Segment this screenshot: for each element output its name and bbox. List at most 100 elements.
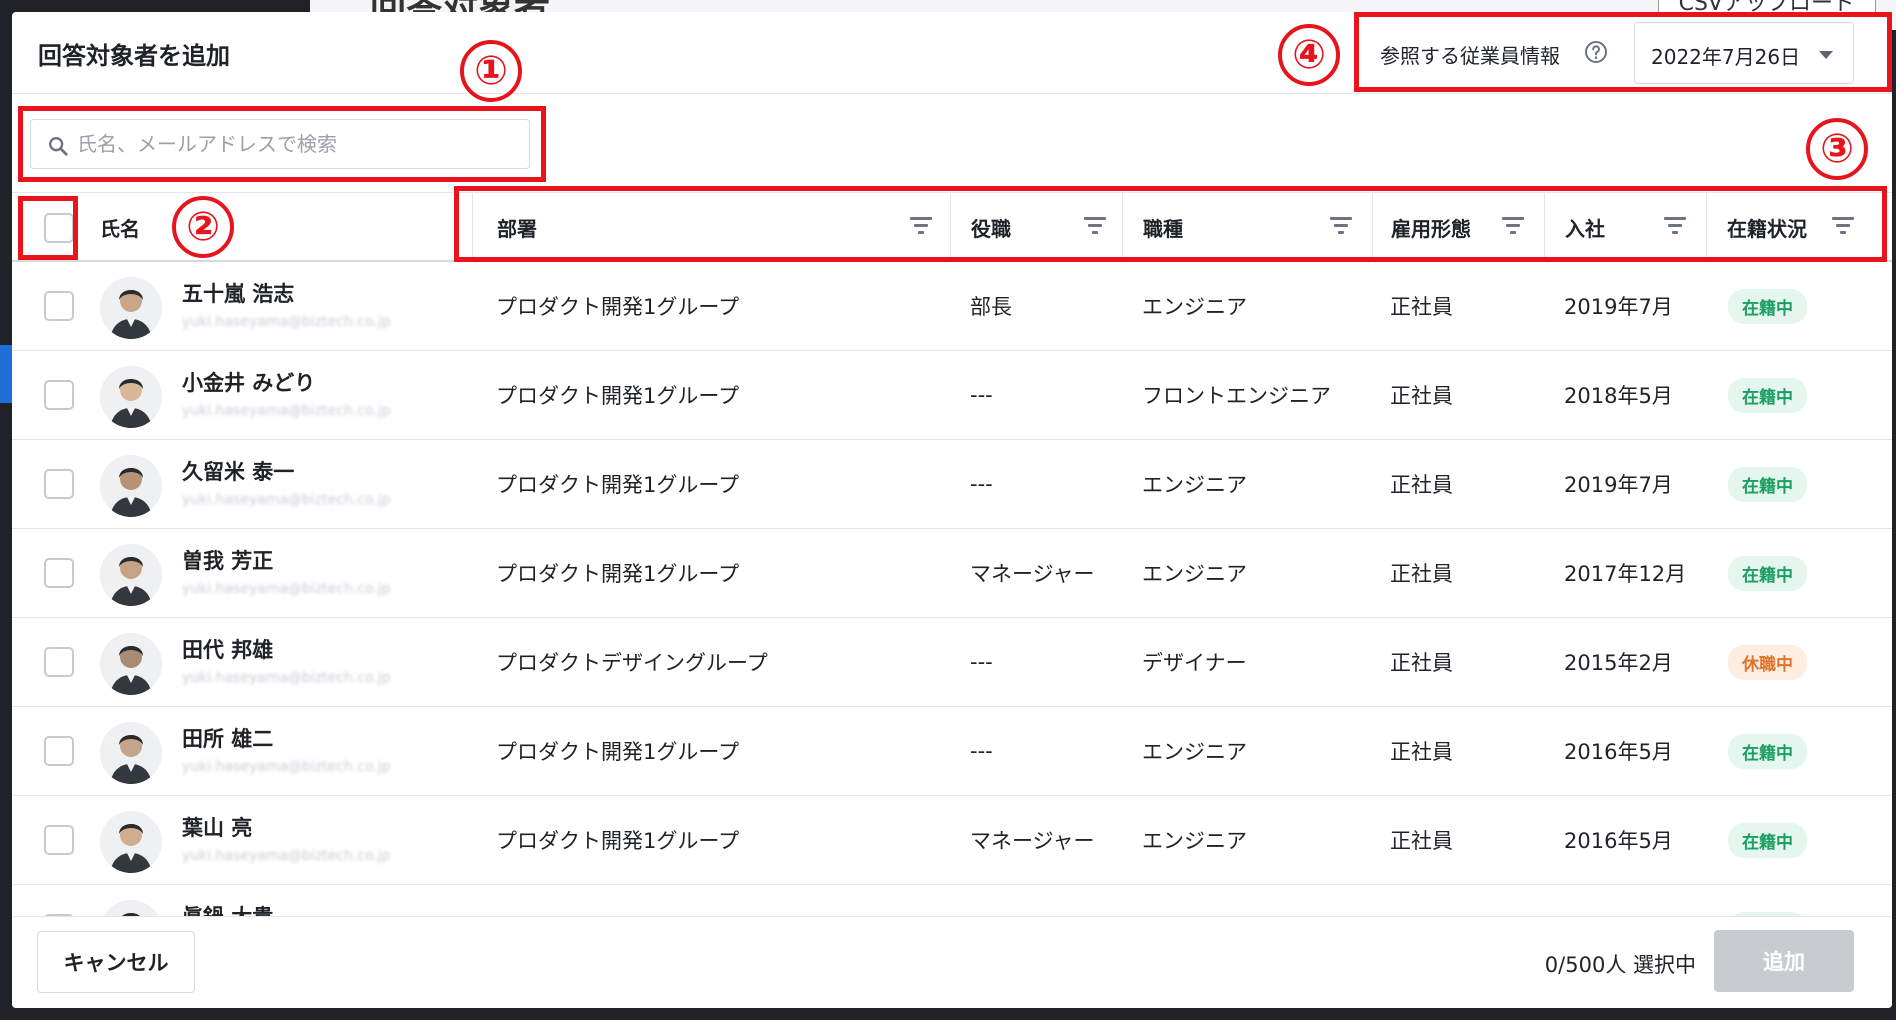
annotation-number-4: ④ — [1278, 24, 1340, 86]
cell-job: エンジニア — [1142, 295, 1247, 319]
cell-joined: 2016年5月 — [1564, 829, 1673, 853]
status-badge: 在籍中 — [1728, 822, 1807, 858]
cell-job: デザイナー — [1142, 651, 1247, 675]
cell-job: エンジニア — [1142, 473, 1247, 497]
annotation-box-select-all — [18, 196, 78, 260]
cell-dept: プロダクト開発1グループ — [496, 740, 740, 764]
row-checkbox[interactable] — [44, 825, 74, 855]
cell-job: エンジニア — [1142, 829, 1247, 853]
row-checkbox[interactable] — [44, 291, 74, 321]
annotation-box-reference-date — [1354, 12, 1892, 92]
cell-status: 在籍中 — [1728, 440, 1807, 528]
column-header-name: 氏名 — [100, 193, 460, 261]
row-checkbox[interactable] — [44, 736, 74, 766]
cell-status: 在籍中 — [1728, 529, 1807, 617]
status-badge: 在籍中 — [1728, 377, 1807, 413]
table-row[interactable]: 田所 雄二 yuki.haseyama@biztech.co.jp プロダクト開… — [12, 707, 1892, 796]
cell-position: --- — [970, 650, 993, 674]
cell-job: エンジニア — [1142, 740, 1247, 764]
table-body: 五十嵐 浩志 yuki.haseyama@biztech.co.jp プロダクト… — [12, 262, 1892, 974]
employee-email: yuki.haseyama@biztech.co.jp — [182, 492, 391, 508]
avatar — [100, 722, 162, 784]
employee-email: yuki.haseyama@biztech.co.jp — [182, 581, 391, 597]
cell-dept: プロダクト開発1グループ — [496, 473, 740, 497]
annotation-box-search — [18, 106, 546, 182]
status-badge: 在籍中 — [1728, 555, 1807, 591]
cell-dept: プロダクト開発1グループ — [496, 295, 740, 319]
cell-position: --- — [970, 472, 993, 496]
table-row[interactable]: 五十嵐 浩志 yuki.haseyama@biztech.co.jp プロダクト… — [12, 262, 1892, 351]
row-checkbox[interactable] — [44, 558, 74, 588]
modal-title: 回答対象者を追加 — [38, 42, 230, 70]
status-badge: 在籍中 — [1728, 288, 1807, 324]
table-row[interactable]: 曽我 芳正 yuki.haseyama@biztech.co.jp プロダクト開… — [12, 529, 1892, 618]
cell-status: 休職中 — [1728, 618, 1807, 706]
avatar — [100, 544, 162, 606]
cell-dept: プロダクト開発1グループ — [496, 829, 740, 853]
cell-status: 在籍中 — [1728, 351, 1807, 439]
annotation-number-2: ② — [172, 196, 234, 258]
cell-employment: 正社員 — [1390, 740, 1453, 764]
employee-name: 五十嵐 浩志 — [182, 282, 295, 306]
avatar — [100, 366, 162, 428]
selection-count: 0/500人 選択中 — [1544, 953, 1696, 977]
cell-joined: 2018年5月 — [1564, 384, 1673, 408]
cell-position: マネージャー — [970, 829, 1095, 853]
cell-position: --- — [970, 739, 993, 763]
cell-job: フロントエンジニア — [1142, 384, 1331, 408]
cell-joined: 2017年12月 — [1564, 562, 1687, 586]
modal-footer: キャンセル 0/500人 選択中 追加 — [12, 916, 1892, 1008]
cell-joined: 2016年5月 — [1564, 740, 1673, 764]
cell-employment: 正社員 — [1390, 384, 1453, 408]
cell-employment: 正社員 — [1390, 562, 1453, 586]
avatar — [100, 633, 162, 695]
cell-status: 在籍中 — [1728, 707, 1807, 795]
table-row[interactable]: 久留米 泰一 yuki.haseyama@biztech.co.jp プロダクト… — [12, 440, 1892, 529]
cell-employment: 正社員 — [1390, 829, 1453, 853]
annotation-number-1: ① — [460, 40, 522, 102]
cell-status: 在籍中 — [1728, 262, 1807, 350]
cell-job: エンジニア — [1142, 562, 1247, 586]
employee-name: 久留米 泰一 — [182, 460, 295, 484]
avatar — [100, 455, 162, 517]
status-badge: 在籍中 — [1728, 733, 1807, 769]
cell-employment: 正社員 — [1390, 295, 1453, 319]
cell-joined: 2019年7月 — [1564, 473, 1673, 497]
employee-name: 田所 雄二 — [182, 727, 274, 751]
employee-name: 小金井 みどり — [182, 371, 316, 395]
cell-joined: 2019年7月 — [1564, 295, 1673, 319]
employee-name: 葉山 亮 — [182, 816, 253, 840]
status-badge: 休職中 — [1728, 644, 1807, 680]
table-row[interactable]: 小金井 みどり yuki.haseyama@biztech.co.jp プロダク… — [12, 351, 1892, 440]
employee-email: yuki.haseyama@biztech.co.jp — [182, 403, 391, 419]
cell-status: 在籍中 — [1728, 796, 1807, 884]
status-badge: 在籍中 — [1728, 466, 1807, 502]
table-row[interactable]: 葉山 亮 yuki.haseyama@biztech.co.jp プロダクト開発… — [12, 796, 1892, 885]
employee-email: yuki.haseyama@biztech.co.jp — [182, 759, 391, 775]
row-checkbox[interactable] — [44, 469, 74, 499]
annotation-box-column-filters — [454, 186, 1887, 262]
employee-name: 曽我 芳正 — [182, 549, 274, 573]
cell-joined: 2015年2月 — [1564, 651, 1673, 675]
cell-position: 部長 — [970, 295, 1012, 319]
avatar — [100, 277, 162, 339]
cancel-button[interactable]: キャンセル — [37, 931, 195, 993]
employee-table: 氏名 部署 役職 職種 雇用形態 入社 在籍状況 五十嵐 浩志 yuki.has… — [12, 192, 1892, 974]
sidebar-active-indicator — [0, 345, 12, 403]
employee-name: 田代 邦雄 — [182, 638, 274, 662]
row-checkbox[interactable] — [44, 380, 74, 410]
cell-employment: 正社員 — [1390, 651, 1453, 675]
employee-email: yuki.haseyama@biztech.co.jp — [182, 670, 391, 686]
cell-dept: プロダクト開発1グループ — [496, 384, 740, 408]
table-row[interactable]: 田代 邦雄 yuki.haseyama@biztech.co.jp プロダクトデ… — [12, 618, 1892, 707]
cell-dept: プロダクトデザイングループ — [496, 651, 768, 675]
employee-email: yuki.haseyama@biztech.co.jp — [182, 314, 391, 330]
add-button[interactable]: 追加 — [1714, 930, 1854, 992]
cell-dept: プロダクト開発1グループ — [496, 562, 740, 586]
employee-email: yuki.haseyama@biztech.co.jp — [182, 848, 391, 864]
cell-position: --- — [970, 383, 993, 407]
cell-employment: 正社員 — [1390, 473, 1453, 497]
cell-position: マネージャー — [970, 562, 1095, 586]
avatar — [100, 811, 162, 873]
row-checkbox[interactable] — [44, 647, 74, 677]
